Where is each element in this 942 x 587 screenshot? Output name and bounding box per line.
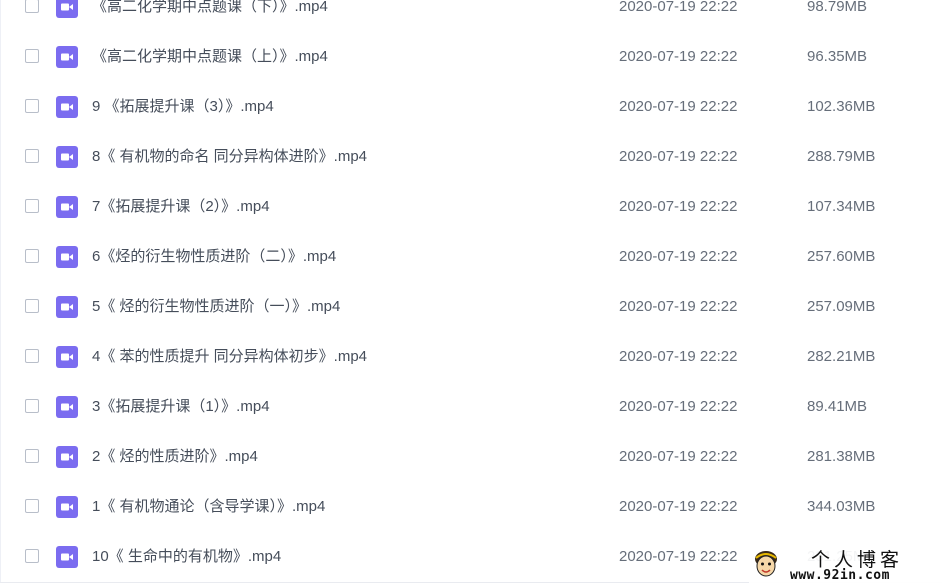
file-name[interactable]: 2《 烃的性质进阶》.mp4 [92,448,258,466]
file-date: 2020-07-19 22:22 [619,448,738,465]
file-size: 102.36MB [807,98,876,115]
file-name[interactable]: 3《拓展提升课（1）》.mp4 [92,398,270,416]
file-row[interactable]: 6《烃的衍生物性质进阶（二）》.mp4 2020-07-19 22:22 257.6… [1,233,942,283]
video-file-icon [56,346,78,368]
video-file-icon [56,46,78,68]
video-file-icon [56,396,78,418]
video-file-icon [56,546,78,568]
file-size: 257.60MB [807,248,876,265]
video-file-icon [56,196,78,218]
file-name[interactable]: 5《 烃的衍生物性质进阶（一）》.mp4 [92,298,340,316]
file-date: 2020-07-19 22:22 [619,548,738,565]
checkbox-icon[interactable] [25,499,39,513]
checkbox-icon[interactable] [25,399,39,413]
file-list: 《高二化学期中点题课（下）》.mp4 2020-07-19 22:22 98.79M… [0,0,942,583]
file-date: 2020-07-19 22:22 [619,248,738,265]
file-date: 2020-07-19 22:22 [619,48,738,65]
file-name[interactable]: 4《 苯的性质提升 同分异构体初步》.mp4 [92,348,367,366]
file-name[interactable]: 8《 有机物的命名 同分异构体进阶》.mp4 [92,148,367,166]
file-row[interactable]: 4《 苯的性质提升 同分异构体初步》.mp4 2020-07-19 22:22 28… [1,333,942,383]
cartoon-face-icon [755,551,777,577]
file-row[interactable]: 1《 有机物通论（含导学课）》.mp4 2020-07-19 22:22 344.0… [1,483,942,533]
watermark-url: www.92in.com [790,568,890,583]
checkbox-icon[interactable] [25,299,39,313]
file-name[interactable]: 6《烃的衍生物性质进阶（二）》.mp4 [92,248,336,266]
file-size: 282.21MB [807,348,876,365]
file-date: 2020-07-19 22:22 [619,0,738,15]
checkbox-icon[interactable] [25,349,39,363]
file-size: 98.79MB [807,0,868,15]
file-name[interactable]: 9 《拓展提升课（3）》.mp4 [92,98,274,116]
file-date: 2020-07-19 22:22 [619,498,738,515]
file-size: 96.35MB [807,48,868,65]
video-file-icon [56,96,78,118]
video-file-icon [56,296,78,318]
file-size: 89.41MB [807,398,868,415]
file-date: 2020-07-19 22:22 [619,98,738,115]
video-file-icon [56,0,78,18]
checkbox-icon[interactable] [25,449,39,463]
file-row[interactable]: 3《拓展提升课（1）》.mp4 2020-07-19 22:22 89.41MB [1,383,942,433]
file-row[interactable]: 9 《拓展提升课（3）》.mp4 2020-07-19 22:22 102.36MB [1,83,942,133]
file-row[interactable]: 2《 烃的性质进阶》.mp4 2020-07-19 22:22 281.38MB [1,433,942,483]
file-date: 2020-07-19 22:22 [619,398,738,415]
file-date: 2020-07-19 22:22 [619,198,738,215]
file-name[interactable]: 7《拓展提升课（2）》.mp4 [92,198,270,216]
checkbox-icon[interactable] [25,0,39,13]
file-size: 107.34MB [807,198,876,215]
video-file-icon [56,446,78,468]
checkbox-icon[interactable] [25,99,39,113]
file-name[interactable]: 1《 有机物通论（含导学课）》.mp4 [92,498,325,516]
video-file-icon [56,246,78,268]
checkbox-icon[interactable] [25,149,39,163]
checkbox-icon[interactable] [25,199,39,213]
watermark: 个人博客 www.92in.com [749,543,942,587]
file-row[interactable]: 《高二化学期中点题课（上）》.mp4 2020-07-19 22:22 96.35M… [1,33,942,83]
file-row[interactable]: 《高二化学期中点题课（下）》.mp4 2020-07-19 22:22 98.79M… [1,0,942,33]
file-size: 344.03MB [807,498,876,515]
video-file-icon [56,146,78,168]
file-size: 257.09MB [807,298,876,315]
file-name[interactable]: 10《 生命中的有机物》.mp4 [92,548,281,566]
file-name[interactable]: 《高二化学期中点题课（上）》.mp4 [92,48,328,66]
file-date: 2020-07-19 22:22 [619,348,738,365]
checkbox-icon[interactable] [25,49,39,63]
file-name[interactable]: 《高二化学期中点题课（下）》.mp4 [92,0,328,16]
video-file-icon [56,496,78,518]
file-size: 288.79MB [807,148,876,165]
file-size: 281.38MB [807,448,876,465]
checkbox-icon[interactable] [25,549,39,563]
checkbox-icon[interactable] [25,249,39,263]
file-row[interactable]: 7《拓展提升课（2）》.mp4 2020-07-19 22:22 107.34MB [1,183,942,233]
file-date: 2020-07-19 22:22 [619,148,738,165]
file-date: 2020-07-19 22:22 [619,298,738,315]
file-row[interactable]: 5《 烃的衍生物性质进阶（一）》.mp4 2020-07-19 22:22 257.… [1,283,942,333]
file-row[interactable]: 8《 有机物的命名 同分异构体进阶》.mp4 2020-07-19 22:22 28… [1,133,942,183]
